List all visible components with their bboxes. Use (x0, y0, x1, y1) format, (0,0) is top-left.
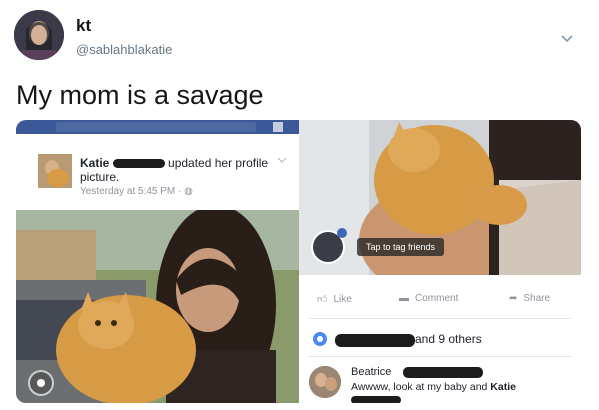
post-action-text: updated her profile picture. (80, 156, 269, 184)
tag-friends-hint[interactable]: Tap to tag friends (357, 238, 445, 256)
post-author-line: Katie updated her profile picture. (80, 156, 299, 184)
redacted-surname (403, 367, 483, 378)
redacted-surname (112, 159, 165, 169)
like-reaction-icon (313, 332, 327, 346)
commenter-name[interactable]: Beatrice (351, 366, 391, 378)
tag-icon[interactable] (311, 228, 347, 264)
menu-icon (273, 122, 283, 132)
redacted-name (335, 334, 415, 347)
redacted-text (351, 396, 401, 403)
search-bar (56, 122, 256, 132)
screenshot-left[interactable]: Katie updated her profile picture. Yeste… (16, 120, 299, 403)
post-author-name[interactable]: Katie (80, 156, 109, 170)
thumbs-up-icon: 👍︎ (317, 294, 328, 305)
reactions-count[interactable]: and 9 others (415, 332, 482, 346)
reactions-row[interactable]: and 9 others (309, 328, 571, 350)
like-button[interactable]: 👍︎ Like (317, 293, 352, 306)
comment-icon: ▬ (399, 293, 409, 304)
profile-photo[interactable] (16, 210, 299, 403)
globe-icon: ◍ (184, 186, 193, 197)
commenter-avatar[interactable] (309, 366, 341, 398)
divider (309, 318, 571, 319)
camera-icon[interactable] (28, 370, 54, 396)
comment-text: Awwww, look at my baby and Katie (351, 381, 516, 393)
user-handle[interactable]: @sablahblakatie (76, 42, 172, 57)
share-button[interactable]: ➦ Share (509, 293, 550, 304)
comment-button[interactable]: ▬ Comment (399, 293, 458, 304)
post-timestamp: Yesterday at 5:45 PM · ◍ (80, 186, 193, 197)
screenshot-right[interactable]: Tap to tag friends 👍︎ Like ▬ Comment ➦ Shar… (299, 120, 581, 403)
post-actions: 👍︎ Like ▬ Comment ➦ Share (299, 290, 581, 312)
tweet-text: My mom is a savage (16, 80, 264, 110)
post-options-chevron-icon[interactable] (277, 156, 287, 164)
divider (309, 356, 571, 357)
user-avatar[interactable] (14, 10, 64, 60)
chevron-down-icon[interactable] (560, 32, 574, 46)
user-display-name[interactable]: kt (76, 16, 91, 36)
post-avatar[interactable] (38, 154, 72, 188)
facebook-top-bar (16, 120, 299, 134)
share-icon: ➦ (509, 293, 518, 304)
